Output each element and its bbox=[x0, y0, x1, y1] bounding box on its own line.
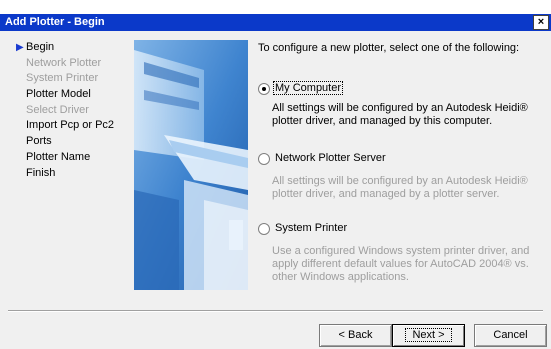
title-bar: Add Plotter - Begin × bbox=[0, 14, 551, 31]
current-step-arrow-icon: ▶ bbox=[16, 42, 24, 53]
step-network-plotter: Network Plotter bbox=[10, 56, 130, 72]
window-title: Add Plotter - Begin bbox=[5, 16, 105, 28]
back-button[interactable]: < Back bbox=[319, 324, 392, 347]
description-network-plotter-server: All settings will be configured by an Au… bbox=[272, 175, 528, 200]
step-plotter-name: Plotter Name bbox=[10, 150, 130, 166]
wizard-dialog: ▶ Begin Network Plotter System Printer P… bbox=[0, 31, 551, 349]
description-system-printer: Use a configured Windows system printer … bbox=[272, 245, 530, 283]
step-label: Ports bbox=[26, 135, 52, 148]
step-label: Finish bbox=[26, 166, 56, 179]
wizard-steps: ▶ Begin Network Plotter System Printer P… bbox=[10, 40, 130, 181]
step-label: Import Pcp or Pc2 bbox=[26, 119, 115, 132]
radio-my-computer[interactable] bbox=[258, 83, 270, 95]
close-button[interactable]: × bbox=[533, 15, 549, 30]
option-label-system-printer[interactable]: System Printer bbox=[275, 222, 347, 234]
step-import-pcp: Import Pcp or Pc2 bbox=[10, 118, 130, 134]
step-select-driver: Select Driver bbox=[10, 103, 130, 119]
description-my-computer: All settings will be configured by an Au… bbox=[272, 102, 528, 127]
radio-network-plotter-server[interactable] bbox=[258, 153, 270, 165]
cancel-button[interactable]: Cancel bbox=[474, 324, 547, 347]
step-label: Select Driver bbox=[26, 103, 89, 116]
separator-line bbox=[8, 310, 543, 312]
step-begin: ▶ Begin bbox=[10, 40, 130, 56]
step-label: Plotter Model bbox=[26, 88, 91, 101]
step-label: Plotter Name bbox=[26, 150, 91, 163]
plotter-illustration bbox=[134, 40, 248, 290]
step-label: Network Plotter bbox=[26, 56, 102, 69]
step-finish: Finish bbox=[10, 166, 130, 182]
step-system-printer: System Printer bbox=[10, 71, 130, 87]
step-ports: Ports bbox=[10, 134, 130, 150]
step-label: System Printer bbox=[26, 72, 99, 85]
next-button-label: Next > bbox=[405, 328, 452, 342]
option-label-my-computer[interactable]: My Computer bbox=[273, 81, 344, 95]
step-label: Begin bbox=[26, 41, 55, 53]
radio-system-printer[interactable] bbox=[258, 223, 270, 235]
next-button[interactable]: Next > bbox=[392, 324, 465, 347]
plotter-illustration-image bbox=[134, 40, 248, 290]
step-plotter-model: Plotter Model bbox=[10, 87, 130, 103]
intro-text: To configure a new plotter, select one o… bbox=[258, 42, 520, 54]
option-label-network-plotter-server[interactable]: Network Plotter Server bbox=[275, 152, 386, 164]
